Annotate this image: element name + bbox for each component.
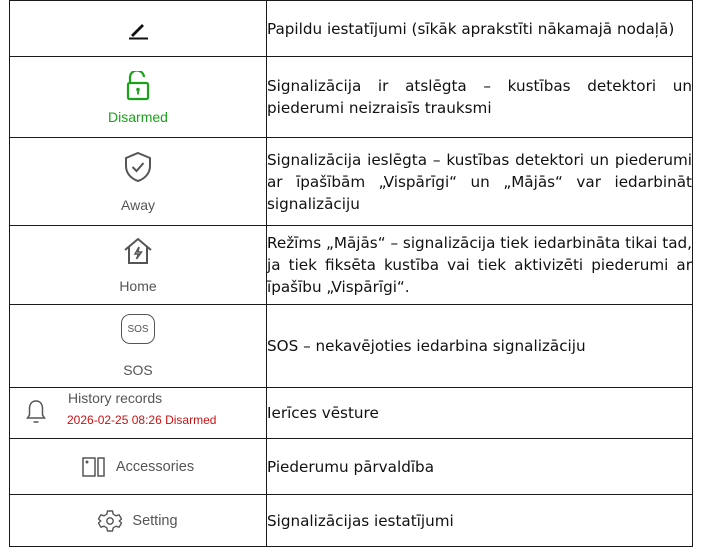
bell-icon [26,400,46,423]
table-row: Accessories Piederumu pārvaldība [9,438,693,495]
gear-icon [98,509,123,532]
sos-icon[interactable]: SOS [121,314,155,344]
row-description: Ierīces vēsture [267,404,379,422]
mode-label-sos: SOS [123,362,153,378]
row-description: Signalizācija ir atslēgta – kustības det… [267,77,692,117]
table-row: History records 2026-02-25 08:26 Disarme… [9,387,693,439]
description-cell: Signalizācija ir atslēgta – kustības det… [266,56,693,138]
description-cell: SOS – nekavējoties iedarbina signalizāci… [266,304,693,388]
feature-table: Papildu iestatījumi (sīkāk aprakstīti nā… [9,0,693,547]
row-description: SOS – nekavējoties iedarbina signalizāci… [267,337,586,355]
description-cell: Signalizācijas iestatījumi [266,494,693,547]
row-description: Signalizācijas iestatījumi [267,511,454,530]
door-sensor-icon [82,456,105,477]
table-row: Setting Signalizācijas iestatījumi [9,494,693,547]
icon-cell[interactable]: Setting [9,494,267,547]
row-description: Piederumu pārvaldība [267,457,435,476]
pencil-icon [129,23,148,39]
icon-cell: Away [9,137,267,226]
table-row: Papildu iestatījumi (sīkāk aprakstīti nā… [9,0,693,57]
history-records-label: History records [68,390,163,406]
table-row: SOS SOS SOS – nekavējoties iedarbina sig… [9,304,693,388]
sos-icon-text: SOS [127,323,149,335]
table-row: Home Režīms „Mājās“ – signalizācija tiek… [9,225,693,305]
icon-cell: Disarmed [9,56,267,138]
table-row: Disarmed Signalizācija ir atslēgta – kus… [9,56,693,138]
description-cell: Signalizācija ieslēgta – kustības detekt… [266,137,693,226]
icon-cell [9,0,267,57]
mode-label-disarmed: Disarmed [108,109,168,125]
description-cell: Papildu iestatījumi (sīkāk aprakstīti nā… [266,0,693,57]
mode-label-away: Away [121,196,155,213]
row-description: Papildu iestatījumi (sīkāk aprakstīti nā… [267,19,675,38]
history-latest-record: 2026-02-25 08:26 Disarmed [67,413,217,427]
unlocked-padlock-icon[interactable] [125,71,151,101]
setting-label: Setting [132,512,178,529]
icon-cell[interactable]: Accessories [9,438,267,495]
description-cell: Piederumu pārvaldība [266,438,693,495]
mode-label-home: Home [119,278,157,294]
row-description: Režīms „Mājās“ – signalizācija tiek ieda… [267,234,692,296]
icon-cell: SOS SOS [9,304,267,388]
home-bolt-icon[interactable] [123,236,153,266]
table-row: Away Signalizācija ieslēgta – kustības d… [9,137,693,226]
description-cell: Ierīces vēsture [266,387,693,439]
history-cell[interactable]: History records 2026-02-25 08:26 Disarme… [9,387,267,439]
accessories-label: Accessories [115,458,195,475]
row-description: Signalizācija ieslēgta – kustības detekt… [267,150,692,213]
icon-cell: Home [9,225,267,305]
description-cell: Režīms „Mājās“ – signalizācija tiek ieda… [266,225,693,305]
shield-check-icon[interactable] [123,151,153,183]
